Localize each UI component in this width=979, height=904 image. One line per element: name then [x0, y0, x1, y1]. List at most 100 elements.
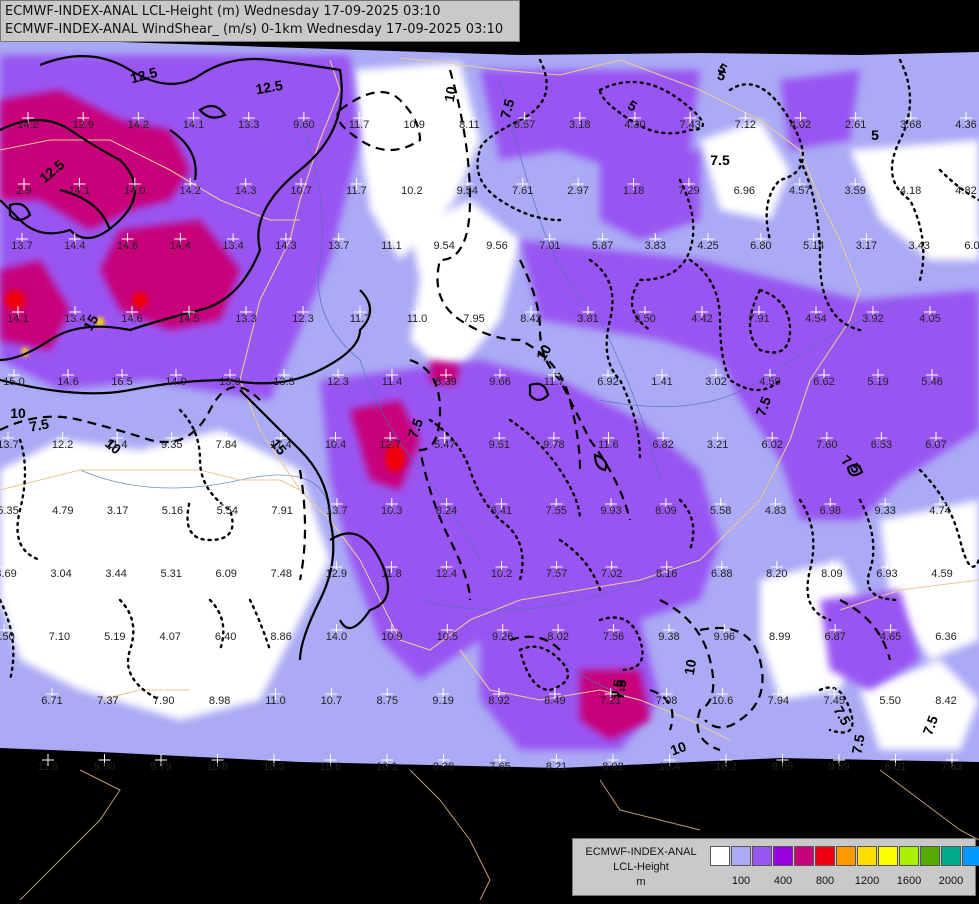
station-value: 10.3 [381, 505, 402, 517]
station-value: 4.59 [931, 568, 952, 580]
station-value: 6.82 [652, 439, 673, 451]
station-value: 4.42 [691, 313, 712, 325]
station-value: 7.12 [735, 119, 756, 131]
station-value: 2.97 [567, 185, 588, 197]
station-value: 6.07 [925, 439, 946, 451]
station-value: 9.54 [457, 185, 478, 197]
station-value: 11.8 [381, 568, 402, 580]
station-value: 13.4 [222, 240, 243, 252]
legend-tick-label: 100 [731, 875, 751, 887]
weather-map: 12.512.512.5107.5557.557.510157.510157.5… [0, 0, 979, 901]
station-value: 12.3 [327, 376, 348, 388]
station-value: 9.26 [492, 631, 513, 643]
station-value: 5.19 [104, 631, 125, 643]
station-value: 6.96 [734, 185, 755, 197]
station-value: 7.29 [678, 185, 699, 197]
legend-tick-label: 1200 [854, 875, 880, 887]
station-value: 4.57 [789, 185, 810, 197]
station-value: 11.0 [265, 695, 286, 707]
legend-swatch [731, 846, 751, 866]
station-value: 5.58 [710, 505, 731, 517]
station-value: 11.4 [382, 376, 403, 388]
station-value: 7.65 [489, 761, 510, 773]
station-value: 11.0 [407, 313, 428, 325]
station-value: 8.21 [546, 761, 567, 773]
station-value: 13.7 [328, 240, 349, 252]
station-value: 10.4 [325, 439, 346, 451]
legend-swatch [773, 846, 793, 866]
station-value: 14.2 [17, 119, 38, 131]
station-value: 3.59 [844, 185, 865, 197]
station-value: 1.18 [623, 185, 644, 197]
contour-label: 5 [871, 127, 879, 143]
station-value: 13.7 [326, 505, 347, 517]
station-value: 12.9 [72, 119, 93, 131]
legend-swatch [941, 846, 961, 866]
station-value: 13.3 [273, 376, 294, 388]
station-value: 4.65 [880, 631, 901, 643]
station-value: 9.19 [432, 695, 453, 707]
station-value: 7.63 [941, 761, 962, 773]
station-value: 14.6 [121, 313, 142, 325]
station-value: 7.10 [49, 631, 70, 643]
station-value: 8.09 [821, 568, 842, 580]
station-value: 7.94 [768, 695, 789, 707]
station-value: 7.21 [600, 695, 621, 707]
station-value: 14.5 [178, 313, 199, 325]
legend-swatch [710, 846, 730, 866]
station-value: 6.36 [935, 631, 956, 643]
station-value: 10.7 [290, 185, 311, 197]
station-value: 6.01 [885, 761, 906, 773]
station-value: 10.2 [491, 568, 512, 580]
station-value: 10.8 [207, 761, 228, 773]
contour-label: 7.5 [28, 415, 50, 434]
station-value: 6.71 [41, 695, 62, 707]
station-value: 5.19 [867, 376, 888, 388]
station-value: 8.38 [433, 761, 454, 773]
station-value: 6.40 [215, 631, 236, 643]
station-value: 3.68 [900, 119, 921, 131]
station-value: 7.01 [539, 240, 560, 252]
legend-tick-label: 800 [815, 875, 835, 887]
station-value: 5.47 [434, 439, 455, 451]
station-value: 8.75 [377, 695, 398, 707]
station-value: 9.66 [489, 376, 510, 388]
station-value: 3.44 [105, 568, 126, 580]
station-value: 6.98 [820, 505, 841, 517]
station-value: 13.0 [219, 376, 240, 388]
legend-title: ECMWF-INDEX-ANAL LCL-Height m [577, 845, 705, 890]
station-value: 10.9 [381, 631, 402, 643]
station-value: 9.90 [94, 761, 115, 773]
legend-ticks: 100 400 800 1200 1600 2000 [710, 875, 972, 889]
station-value: 7.02 [601, 568, 622, 580]
station-value: 5.35 [0, 505, 19, 517]
station-value: 5.87 [592, 240, 613, 252]
station-value: 16.5 [111, 376, 132, 388]
legend-unit: m [636, 876, 646, 888]
station-value: 6.09 [216, 568, 237, 580]
station-value: 7.45 [824, 695, 845, 707]
map-stage: 12.5 12.5 12.5 10 7.5 5 5 7.5 5 7.5 10 15 7.5 10 15 7.5… [0, 0, 979, 901]
station-value: 7.50 [0, 631, 15, 643]
station-value: 3.69 [0, 568, 17, 580]
station-value: 8.24 [436, 505, 457, 517]
station-value: 14.2 [128, 119, 149, 131]
station-value: 10.5 [437, 631, 458, 643]
station-value: 4.02 [790, 119, 811, 131]
station-value: 9.96 [714, 631, 735, 643]
station-value: 8.92 [602, 761, 623, 773]
station-value: 12.2 [52, 439, 73, 451]
station-value: 8.42 [520, 313, 541, 325]
station-value: 3.02 [705, 376, 726, 388]
station-value: 7.84 [216, 439, 237, 451]
station-value: 6.92 [597, 376, 618, 388]
station-value: 14.4 [64, 240, 85, 252]
station-value: 9.93 [600, 505, 621, 517]
legend-swatch [962, 846, 979, 866]
station-value: 2.9 [16, 185, 31, 197]
station-value: 14.1 [69, 185, 90, 197]
station-value: 8.16 [656, 568, 677, 580]
station-value: 13.4 [64, 313, 85, 325]
station-value: 7.43 [679, 119, 700, 131]
station-value: 10.6 [320, 761, 341, 773]
